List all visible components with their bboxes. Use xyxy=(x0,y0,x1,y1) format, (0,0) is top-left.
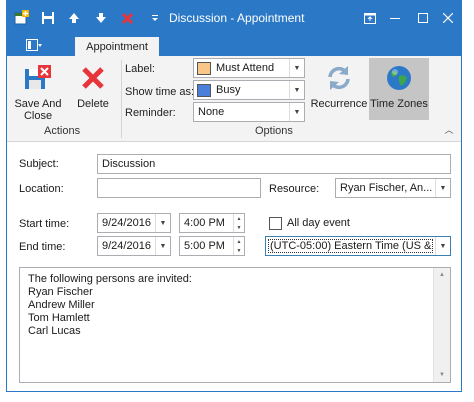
scroll-up-icon[interactable]: ▲ xyxy=(434,268,450,282)
resource-value: Ryan Fischer, An... xyxy=(340,182,433,194)
end-time-label: End time: xyxy=(19,241,66,253)
resource-label: Resource: xyxy=(269,183,320,195)
label-color-swatch xyxy=(197,62,211,75)
save-icon[interactable] xyxy=(40,10,56,26)
memo-line: Ryan Fischer xyxy=(28,286,93,298)
reminder-caption: Reminder: xyxy=(125,107,176,119)
end-time-spinner[interactable]: 5:00 PM ▲ ▼ xyxy=(179,236,245,256)
start-time-spinner[interactable]: 4:00 PM ▲ ▼ xyxy=(179,213,245,233)
restore-ribbon-icon[interactable] xyxy=(359,7,381,29)
delete-x-icon xyxy=(77,62,109,94)
time-zone-select[interactable]: (UTC-05:00) Eastern Time (US & ... ▼ xyxy=(265,236,451,256)
start-date-picker[interactable]: 9/24/2016 ▼ xyxy=(97,213,171,233)
window-title: Discussion - Appointment xyxy=(169,11,305,25)
minimize-icon[interactable] xyxy=(384,7,406,29)
subject-field[interactable]: Discussion xyxy=(97,154,451,174)
end-date-value: 9/24/2016 xyxy=(102,240,151,252)
busy-color-swatch xyxy=(197,84,211,97)
reminder-select[interactable]: None ▼ xyxy=(193,102,305,122)
delete-icon[interactable] xyxy=(119,10,135,26)
memo-line: Andrew Miller xyxy=(28,299,95,311)
save-and-close-label-1: Save And xyxy=(14,98,62,110)
delete-button[interactable]: Delete xyxy=(69,62,117,110)
collapse-ribbon-icon[interactable]: ︿ xyxy=(443,123,455,135)
chevron-down-icon[interactable]: ▼ xyxy=(155,214,170,232)
actions-group-label: Actions xyxy=(44,125,81,137)
tab-appointment[interactable]: Appointment xyxy=(75,37,159,56)
recurrence-label: Recurrence xyxy=(310,98,368,110)
time-zones-button[interactable]: Time Zones xyxy=(369,58,429,120)
chevron-down-icon[interactable]: ▼ xyxy=(289,81,304,99)
spinner-icon[interactable]: ▲ ▼ xyxy=(233,237,244,255)
chevron-down-icon[interactable]: ▼ xyxy=(435,179,450,197)
memo-line: Tom Hamlett xyxy=(28,312,90,324)
new-item-icon[interactable] xyxy=(13,10,29,26)
save-close-icon xyxy=(22,62,54,94)
recurrence-button[interactable]: Recurrence xyxy=(310,58,368,118)
chevron-down-icon[interactable]: ▼ xyxy=(289,103,304,121)
label-caption: Label: xyxy=(125,63,155,75)
memo-line: The following persons are invited: xyxy=(28,273,192,285)
move-down-icon[interactable] xyxy=(93,10,109,26)
start-time-value: 4:00 PM xyxy=(184,217,225,229)
ribbon-tab-row: Appointment xyxy=(7,35,461,56)
time-zones-label: Time Zones xyxy=(370,98,428,110)
appointment-window: Discussion - Appointment Appointment Sav… xyxy=(6,0,462,392)
delete-label: Delete xyxy=(77,98,109,110)
chevron-down-icon[interactable]: ▼ xyxy=(435,237,450,255)
recurrence-icon xyxy=(323,62,355,94)
memo-scrollbar[interactable]: ▲ ▼ xyxy=(433,268,450,382)
subject-label: Subject: xyxy=(19,158,59,170)
ribbon: Save And Close Delete Actions Label: Mus… xyxy=(7,56,461,142)
subject-value: Discussion xyxy=(102,158,156,170)
globe-icon xyxy=(383,62,415,94)
show-time-as-caption: Show time as: xyxy=(125,86,195,98)
reminder-value: None xyxy=(198,106,225,118)
save-and-close-button[interactable]: Save And Close xyxy=(13,62,63,122)
maximize-icon[interactable] xyxy=(412,7,434,29)
all-day-label: All day event xyxy=(287,217,350,229)
scroll-down-icon[interactable]: ▼ xyxy=(434,368,450,382)
end-date-picker[interactable]: 9/24/2016 ▼ xyxy=(97,236,171,256)
time-zone-value: (UTC-05:00) Eastern Time (US & ... xyxy=(270,240,433,252)
title-bar: Discussion - Appointment xyxy=(7,1,461,35)
ribbon-separator xyxy=(121,60,122,138)
customize-dropdown-icon[interactable] xyxy=(147,10,163,26)
location-label: Location: xyxy=(19,183,64,195)
memo-line: Carl Lucas xyxy=(28,325,81,337)
file-menu-icon[interactable] xyxy=(21,37,47,53)
spinner-icon[interactable]: ▲ ▼ xyxy=(233,214,244,232)
save-and-close-label-2: Close xyxy=(23,110,53,122)
label-select[interactable]: Must Attend ▼ xyxy=(193,58,305,78)
start-date-value: 9/24/2016 xyxy=(102,217,151,229)
chevron-down-icon[interactable]: ▼ xyxy=(289,59,304,77)
description-memo[interactable]: The following persons are invited: Ryan … xyxy=(19,267,451,383)
close-icon[interactable] xyxy=(437,7,459,29)
show-time-as-value: Busy xyxy=(216,84,241,96)
label-value: Must Attend xyxy=(216,62,275,74)
all-day-checkbox[interactable] xyxy=(269,217,282,230)
resource-select[interactable]: Ryan Fischer, An... ▼ xyxy=(335,178,451,198)
location-field[interactable] xyxy=(97,178,261,198)
options-group-label: Options xyxy=(255,125,293,137)
chevron-down-icon[interactable]: ▼ xyxy=(155,237,170,255)
show-time-as-select[interactable]: Busy ▼ xyxy=(193,80,305,100)
start-time-label: Start time: xyxy=(19,218,70,230)
end-time-value: 5:00 PM xyxy=(184,240,225,252)
move-up-icon[interactable] xyxy=(66,10,82,26)
